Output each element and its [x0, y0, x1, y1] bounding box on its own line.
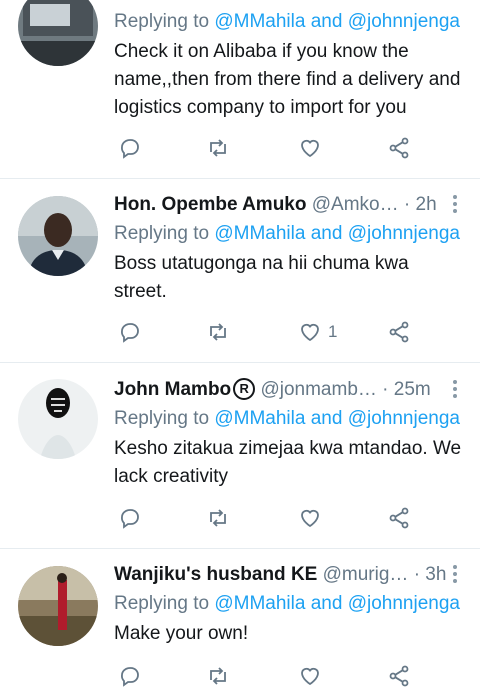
user-handle[interactable]: @jonmamb… [260, 379, 376, 400]
replying-label: Replying to [114, 408, 215, 429]
share-button[interactable] [387, 658, 411, 694]
user-handle[interactable]: @murig… [323, 564, 409, 585]
avatar[interactable] [18, 566, 98, 646]
action-bar [0, 500, 480, 536]
tweet-header: John Mambo R @jonmamb… · 25m [114, 376, 460, 404]
heart-icon [301, 509, 319, 528]
action-bar [0, 130, 480, 166]
share-icon [389, 507, 409, 529]
display-name[interactable]: John Mambo [114, 379, 231, 400]
retweet-button[interactable] [206, 658, 230, 694]
retweet-button[interactable] [206, 500, 230, 536]
share-button[interactable] [387, 314, 411, 350]
tweet-2[interactable]: Hon. Opembe Amuko @Amko… · 2h Replying t… [0, 178, 480, 363]
tweet-header: Hon. Opembe Amuko @Amko… · 2h [114, 191, 460, 219]
avatar[interactable] [18, 0, 98, 66]
display-name[interactable]: Wanjiku's husband KE [114, 564, 317, 585]
replying-label: Replying to [114, 593, 215, 614]
like-button[interactable] [298, 658, 328, 694]
more-icon[interactable] [452, 380, 458, 401]
reply-icon [121, 509, 139, 529]
tweet-1[interactable]: Replying to @MMahila and @johnnjenga Che… [0, 0, 480, 179]
more-icon[interactable] [452, 565, 458, 586]
retweet-button[interactable] [206, 130, 230, 166]
share-button[interactable] [387, 130, 411, 166]
mention-link[interactable]: @johnnjenga [348, 11, 460, 32]
reply-button[interactable] [118, 314, 142, 350]
avatar[interactable] [18, 196, 98, 276]
mention-link[interactable]: @MMahila [214, 223, 305, 244]
retweet-icon [210, 139, 226, 157]
user-handle[interactable]: @Amko… [312, 194, 399, 215]
reply-icon [121, 139, 139, 159]
like-button[interactable] [298, 130, 328, 166]
tweet-text: Check it on Alibaba if you know the name… [114, 41, 461, 118]
tweet-header: Wanjiku's husband KE @murig… · 3h [114, 561, 460, 589]
replying-to: Replying to @MMahila and @johnnjenga [114, 220, 460, 248]
share-icon [389, 665, 409, 687]
mention-joiner: and [305, 223, 348, 244]
like-button[interactable]: 1 [298, 314, 337, 350]
replying-label: Replying to [114, 223, 215, 244]
retweet-icon [210, 323, 226, 341]
mention-link[interactable]: @johnnjenga [348, 408, 460, 429]
tweet-text: Boss utatugonga na hii chuma kwa street. [114, 253, 409, 302]
like-button[interactable] [298, 500, 328, 536]
mention-joiner: and [305, 11, 348, 32]
timestamp: · 2h [403, 194, 437, 215]
replying-to: Replying to @MMahila and @johnnjenga [114, 590, 460, 618]
reply-button[interactable] [118, 500, 142, 536]
retweet-button[interactable] [206, 314, 230, 350]
reply-button[interactable] [118, 658, 142, 694]
tweet-3[interactable]: John Mambo R @jonmamb… · 25m Replying to … [0, 362, 480, 549]
tweet-text: Kesho zitakua zimejaa kwa mtandao. We la… [114, 438, 462, 487]
action-bar: 1 [0, 314, 480, 350]
avatar[interactable] [18, 379, 98, 459]
display-name[interactable]: Hon. Opembe Amuko [114, 194, 306, 215]
heart-icon [301, 139, 319, 158]
reply-button[interactable] [118, 130, 142, 166]
tweet-4[interactable]: Wanjiku's husband KE @murig… · 3h Replyi… [0, 548, 480, 692]
tweet-text: Make your own! [114, 623, 249, 644]
mention-link[interactable]: @MMahila [214, 408, 305, 429]
mention-link[interactable]: @johnnjenga [348, 223, 460, 244]
replying-to: Replying to @MMahila and @johnnjenga [114, 405, 460, 433]
like-count: 1 [328, 322, 338, 341]
reply-icon [121, 667, 139, 687]
mention-joiner: and [305, 593, 348, 614]
heart-icon [301, 667, 319, 686]
mention-link[interactable]: @MMahila [214, 593, 305, 614]
retweet-icon [210, 509, 226, 527]
timestamp: · 3h [413, 564, 447, 585]
mention-link[interactable]: @MMahila [214, 11, 305, 32]
heart-icon [301, 323, 319, 342]
share-icon [389, 137, 409, 159]
reply-icon [121, 323, 139, 343]
more-icon[interactable] [452, 195, 458, 216]
retweet-icon [210, 667, 226, 685]
action-bar [0, 658, 480, 694]
mention-joiner: and [305, 408, 348, 429]
mention-link[interactable]: @johnnjenga [348, 593, 460, 614]
replying-label: Replying to [114, 11, 215, 32]
share-icon [389, 321, 409, 343]
registered-mark-icon: R [233, 378, 256, 400]
timestamp: · 25m [382, 379, 431, 400]
share-button[interactable] [387, 500, 411, 536]
replying-to: Replying to @MMahila and @johnnjenga [114, 8, 460, 36]
